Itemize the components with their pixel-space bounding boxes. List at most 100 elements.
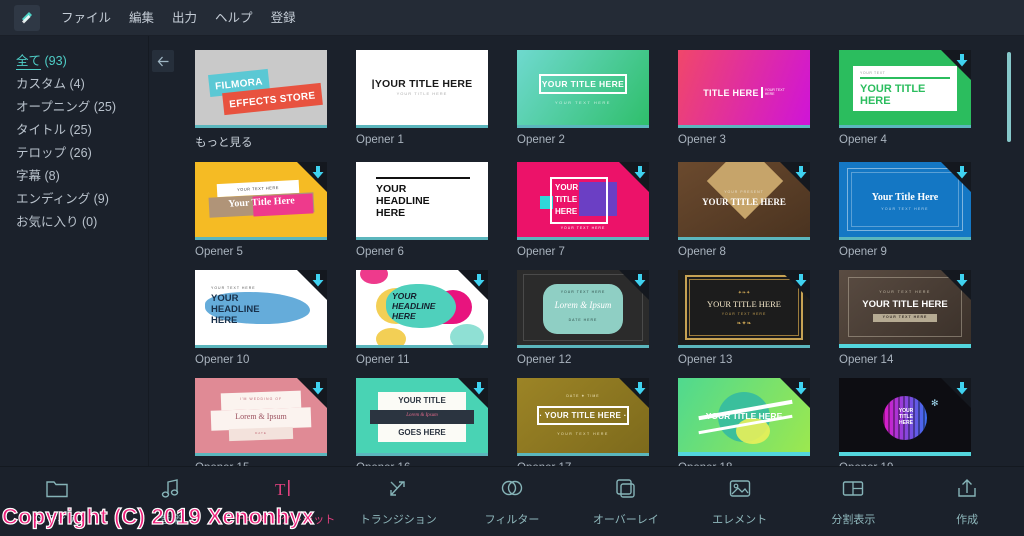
menu-help[interactable]: ヘルプ [206, 0, 262, 36]
template-thumbnail[interactable]: YOUR PRESENT YOUR TITLE HERE [678, 162, 810, 240]
template-thumbnail[interactable]: Your Title Here YOUR TEXT HERE [839, 162, 971, 240]
filmora-logo-icon[interactable] [14, 4, 40, 31]
template-grid-panel[interactable]: FILMORA EFFECTS STORE もっと見る |YOUR TITLE H… [181, 36, 1024, 466]
template-thumbnail[interactable]: YOUR TITLE HERE ✻ [839, 378, 971, 456]
menu-bar: ファイル 編集 出力 ヘルプ 登録 [0, 0, 1024, 36]
sidebar-item-count: (8) [44, 169, 60, 183]
template-card[interactable]: YOUR TEXT HERE YOUR HEADLINE HERE Opener 10 [195, 270, 356, 366]
template-caption: Opener 1 [356, 134, 404, 146]
toolbar-item-split-view[interactable]: 分割表示 [796, 477, 910, 527]
template-thumbnail[interactable]: YOUR TITLE HERE YOUR TEXT HERE [517, 50, 649, 128]
menu-edit[interactable]: 編集 [120, 0, 163, 36]
sidebar-item-1[interactable]: カスタム (4) [0, 73, 148, 96]
template-card[interactable]: YOUR TITLE HERE YOUR TEXT HERE Opener 2 [517, 50, 678, 150]
filmora-window: ファイル 編集 出力 ヘルプ 登録 全て (93) カスタム (4) オープニング … [0, 0, 1024, 536]
sidebar-item-label: テロップ [16, 146, 67, 160]
template-card[interactable]: YOUR TITLE HERE YOUR TEXT HERE Opener 7 [517, 162, 678, 258]
sidebar-item-2[interactable]: オープニング (25) [0, 96, 148, 119]
template-card[interactable]: I'M WEDDING OF Lorem & Ipsum DATEOpener … [195, 378, 356, 466]
toolbar-item-text-cursor[interactable]: T テキスト/クレジット [228, 477, 342, 527]
template-card[interactable]: |YOUR TITLE HERE YOUR TITLE HERE Opener 1 [356, 50, 517, 150]
template-thumbnail[interactable]: YOUR HEADLINE HERE [356, 270, 488, 348]
category-sidebar: 全て (93) カスタム (4) オープニング (25) タイトル (25) テロップ … [0, 36, 148, 466]
sidebar-item-count: (0) [82, 215, 98, 229]
toolbar-item-label: 分割表示 [831, 513, 876, 526]
music-note-icon [159, 477, 183, 505]
template-card[interactable]: YOUR TEXT HERE Lorem & Ipsum DATE HERE Op… [517, 270, 678, 366]
template-thumbnail[interactable]: YOUR TITLE HERE [678, 378, 810, 456]
effects-store-card[interactable]: FILMORA EFFECTS STORE もっと見る [195, 50, 356, 150]
sidebar-item-label: カスタム [16, 77, 67, 91]
sidebar-item-4[interactable]: テロップ (26) [0, 142, 148, 165]
sidebar-item-count: (25) [69, 123, 92, 137]
sidebar-item-label: エンディング [16, 192, 91, 206]
template-thumbnail[interactable]: YOUR TEXT YOUR TITLE HERE [839, 50, 971, 128]
sidebar-collapse-button[interactable] [152, 50, 174, 72]
template-card[interactable]: YOURTITLEHERE ✻Opener 19 [839, 378, 1000, 466]
image-icon [728, 477, 752, 505]
template-card[interactable]: TITLE HERE YOUR TEXT HERE Opener 3 [678, 50, 839, 150]
effects-store-caption[interactable]: もっと見る [195, 134, 356, 150]
sidebar-item-6[interactable]: エンディング (9) [0, 188, 148, 211]
toolbar-item-image[interactable]: エレメント [683, 477, 797, 527]
template-card[interactable]: Your Title Here YOUR TEXT HERE Opener 9 [839, 162, 1000, 258]
bottom-toolbar: メディア 音楽 T テキスト/クレジット トランジション フィルター オーバーレイ エレメント… [0, 466, 1024, 536]
toolbar-item-folder[interactable]: メディア [0, 477, 114, 527]
sidebar-item-0[interactable]: 全て (93) [0, 50, 148, 73]
template-thumbnail[interactable]: YOUR TEXT HERE YOUR TITLE HERE YOUR TEXT… [839, 270, 971, 348]
sidebar-item-label: 字幕 [16, 169, 42, 183]
sidebar-item-count: (25) [93, 100, 116, 114]
sidebar-item-count: (9) [93, 192, 109, 206]
template-thumbnail[interactable]: YOUR TITLE Lorem & Ipsum GOES HERE [356, 378, 488, 456]
template-caption: Opener 5 [195, 246, 243, 258]
template-thumbnail[interactable]: YOUR HEADLINE HERE [356, 162, 488, 240]
template-thumbnail[interactable]: DATE ✷ TIME · YOUR TITLE HERE · YOUR TEX… [517, 378, 649, 456]
content-scrollbar[interactable] [1007, 44, 1011, 462]
template-card[interactable]: YOUR HEADLINE HERE Opener 6 [356, 162, 517, 258]
template-thumbnail[interactable]: I'M WEDDING OF Lorem & Ipsum DATE [195, 378, 327, 456]
menu-export[interactable]: 出力 [163, 0, 206, 36]
template-card[interactable]: YOUR TITLE HEREOpener 18 [678, 378, 839, 466]
toolbar-item-export[interactable]: 作成 [910, 477, 1024, 527]
toolbar-item-label: 作成 [956, 513, 979, 526]
template-card[interactable]: YOUR TEXT HERE Your Title Here Opener 5 [195, 162, 356, 258]
filter-icon [500, 477, 524, 505]
menu-file[interactable]: ファイル [52, 0, 120, 36]
toolbar-item-label: トランジション [359, 513, 437, 526]
template-thumbnail[interactable]: YOUR TITLE HERE YOUR TEXT HERE [517, 162, 649, 240]
template-thumbnail[interactable]: YOUR TEXT HERE Lorem & Ipsum DATE HERE [517, 270, 649, 348]
sidebar-item-label: オープニング [16, 100, 91, 114]
template-card[interactable]: YOUR TEXT YOUR TITLE HERE Opener 4 [839, 50, 1000, 150]
template-caption: Opener 10 [195, 354, 250, 366]
sidebar-item-5[interactable]: 字幕 (8) [0, 165, 148, 188]
overlay-icon [614, 477, 638, 505]
scrollbar-thumb[interactable] [1007, 52, 1011, 142]
toolbar-item-transition[interactable]: トランジション [341, 477, 455, 527]
template-card[interactable]: DATE ✷ TIME · YOUR TITLE HERE · YOUR TEX… [517, 378, 678, 466]
template-thumbnail[interactable]: ✦❧✦ YOUR TITLE HERE YOUR TEXT HERE ❧✦❧ [678, 270, 810, 348]
menu-register[interactable]: 登録 [262, 0, 305, 36]
folder-icon [45, 477, 69, 505]
template-card[interactable]: YOUR TITLE Lorem & Ipsum GOES HEREOpener… [356, 378, 517, 466]
template-card[interactable]: YOUR HEADLINE HERE Opener 11 [356, 270, 517, 366]
template-caption: Opener 8 [678, 246, 726, 258]
toolbar-item-filter[interactable]: フィルター [455, 477, 569, 527]
template-caption: Opener 14 [839, 354, 894, 366]
sidebar-item-count: (26) [69, 146, 92, 160]
template-grid: FILMORA EFFECTS STORE もっと見る |YOUR TITLE H… [195, 50, 1024, 466]
template-card[interactable]: YOUR TEXT HERE YOUR TITLE HERE YOUR TEXT… [839, 270, 1000, 366]
template-thumbnail[interactable]: YOUR TEXT HERE YOUR HEADLINE HERE [195, 270, 327, 348]
template-card[interactable]: YOUR PRESENT YOUR TITLE HERE Opener 8 [678, 162, 839, 258]
template-thumbnail[interactable]: YOUR TEXT HERE Your Title Here [195, 162, 327, 240]
effects-store-thumbnail[interactable]: FILMORA EFFECTS STORE [195, 50, 327, 128]
toolbar-item-music-note[interactable]: 音楽 [114, 477, 228, 527]
toolbar-item-label: メディア [35, 513, 79, 526]
template-caption: Opener 6 [356, 246, 404, 258]
template-card[interactable]: ✦❧✦ YOUR TITLE HERE YOUR TEXT HERE ❧✦❧ Op… [678, 270, 839, 366]
sidebar-item-3[interactable]: タイトル (25) [0, 119, 148, 142]
toolbar-item-overlay[interactable]: オーバーレイ [569, 477, 683, 527]
sidebar-item-count: (4) [69, 77, 85, 91]
sidebar-item-7[interactable]: お気に入り (0) [0, 211, 148, 234]
template-thumbnail[interactable]: TITLE HERE YOUR TEXT HERE [678, 50, 810, 128]
template-thumbnail[interactable]: |YOUR TITLE HERE YOUR TITLE HERE [356, 50, 488, 128]
